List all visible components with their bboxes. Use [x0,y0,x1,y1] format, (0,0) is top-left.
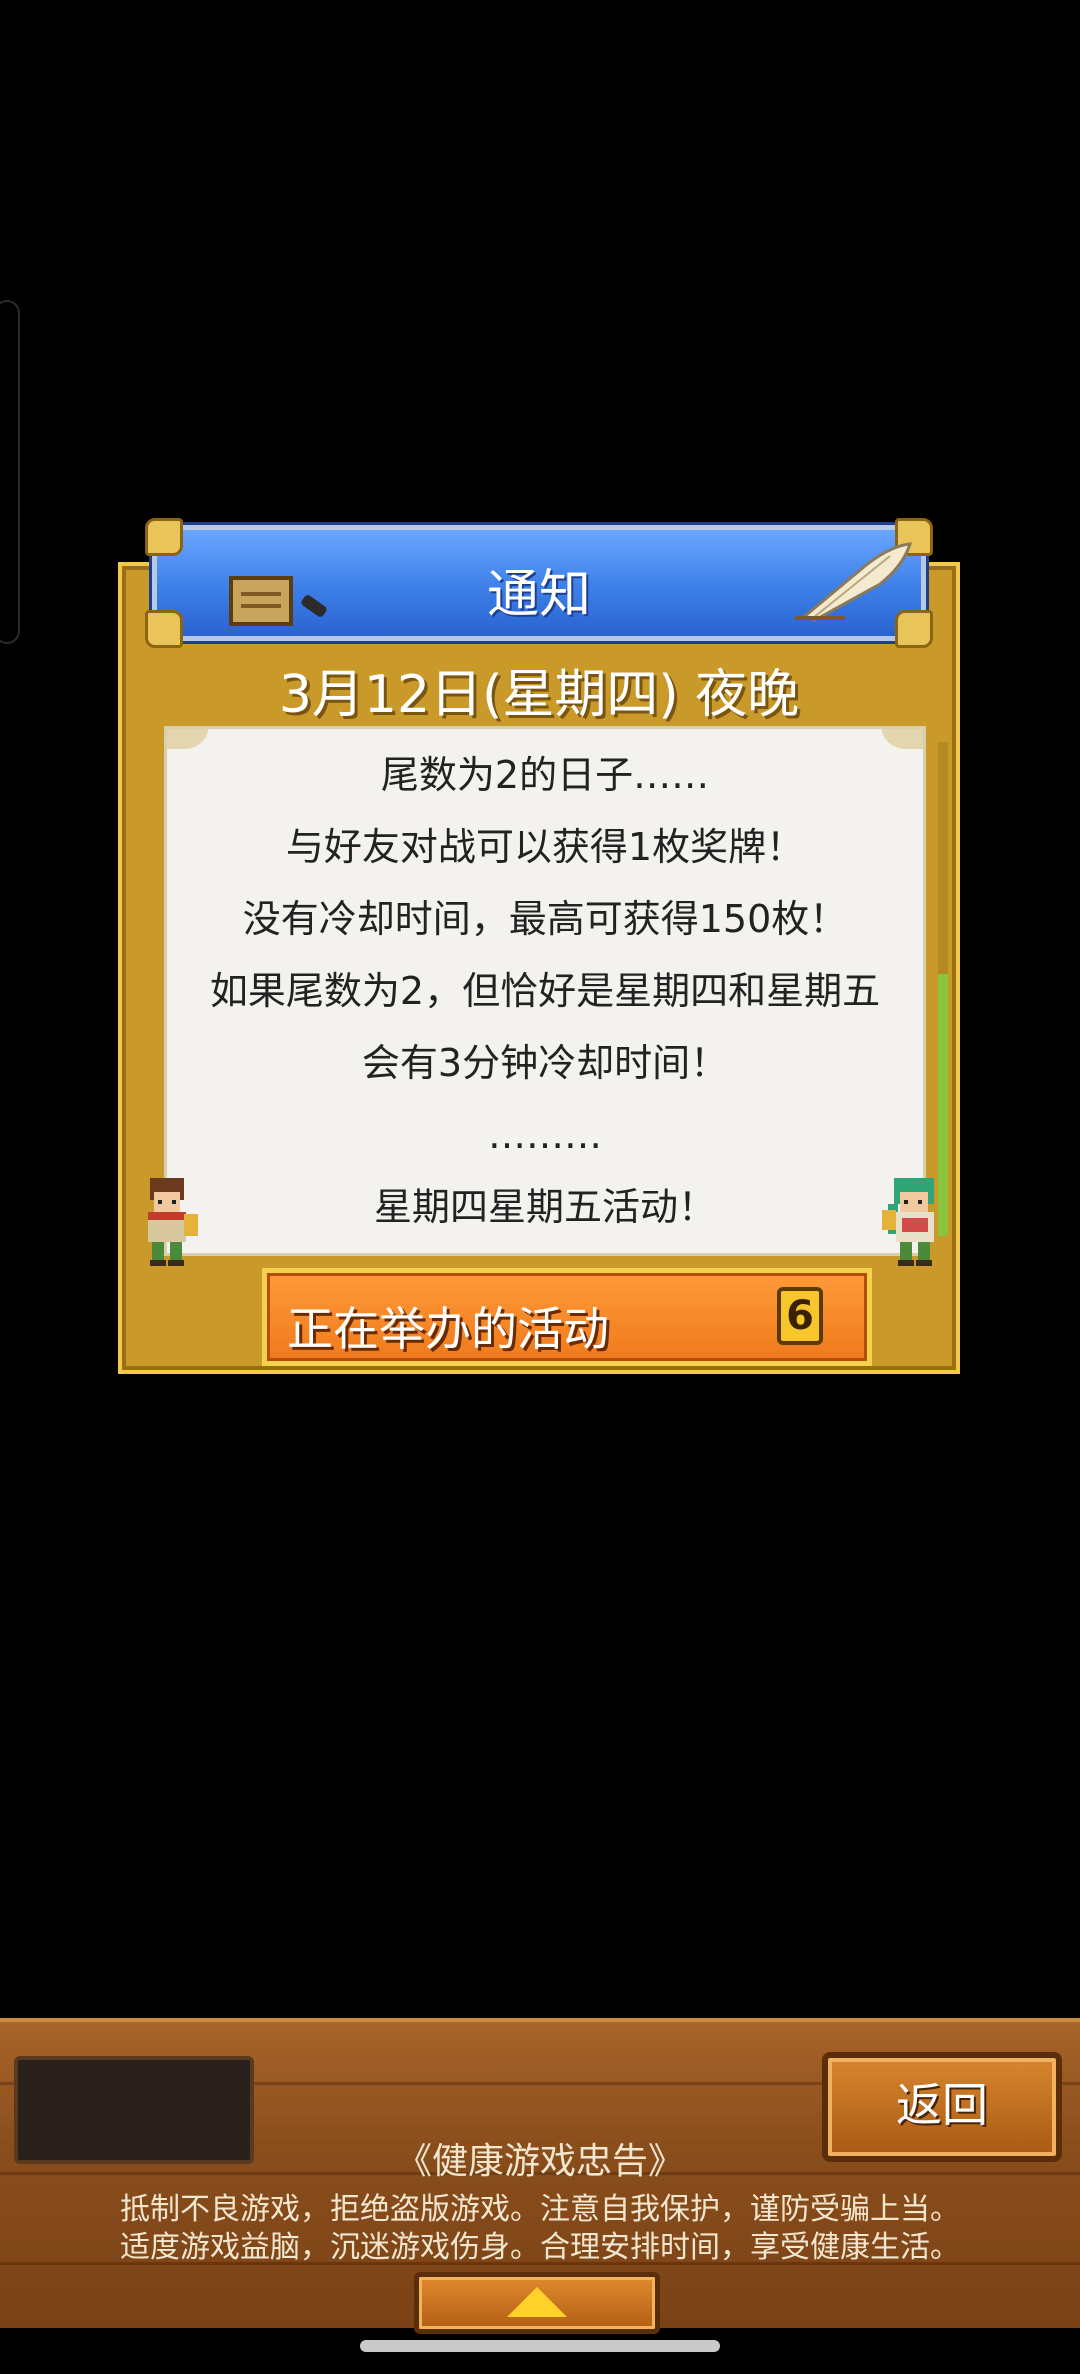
ongoing-events-label: 正在举办的活动 [287,1302,609,1356]
notice-text: 尾数为2的日子…… 与好友对战可以获得1枚奖牌！ 没有冷却时间，最高可获得150… [167,739,923,1243]
notice-line: 没有冷却时间，最高可获得150枚！ [242,897,848,941]
home-indicator[interactable] [360,2340,720,2352]
character-right-icon [882,1178,934,1266]
event-count-badge: 6 [777,1287,823,1345]
notice-paper[interactable]: 尾数为2的日子…… 与好友对战可以获得1枚奖牌！ 没有冷却时间，最高可获得150… [164,726,926,1256]
notice-line: 星期四星期五活动！ [373,1185,716,1229]
notice-line: 与好友对战可以获得1枚奖牌！ [285,825,805,869]
scrollbar[interactable] [938,742,948,1236]
ongoing-events-button[interactable]: 正在举办的活动 6 [262,1268,872,1366]
dialog-title: 通知 [486,565,591,625]
notice-line: 会有3分钟冷却时间！ [361,1041,729,1085]
notice-line: 尾数为2的日子…… [380,753,710,797]
notice-line: ……… [488,1113,602,1157]
bottom-bar: 返回 《健康游戏忠告》 抵制不良游戏，拒绝盗版游戏。注意自我保护，谨防受骗上当。… [0,2018,1080,2334]
expand-up-button[interactable] [414,2272,660,2334]
health-advisory-title: 《健康游戏忠告》 [395,2141,684,2182]
character-left-icon [148,1178,198,1266]
dialog-title-bar: 通知 [145,518,933,648]
health-advisory-line: 适度游戏益脑，沉迷游戏伤身。合理安排时间，享受健康生活。 [120,2230,960,2265]
app-screen: 通知 3月12日(星期四) 夜晚 尾数为2的日子…… 与好友对战可以获得1枚奖牌… [0,0,1080,2374]
notice-line: 如果尾数为2，但恰好是星期四和星期五 [209,969,881,1013]
date-heading: 3月12日(星期四) 夜晚 [278,665,800,725]
corner-ornament [145,518,183,556]
up-arrow-icon [507,2287,567,2317]
edge-tab [0,300,20,644]
